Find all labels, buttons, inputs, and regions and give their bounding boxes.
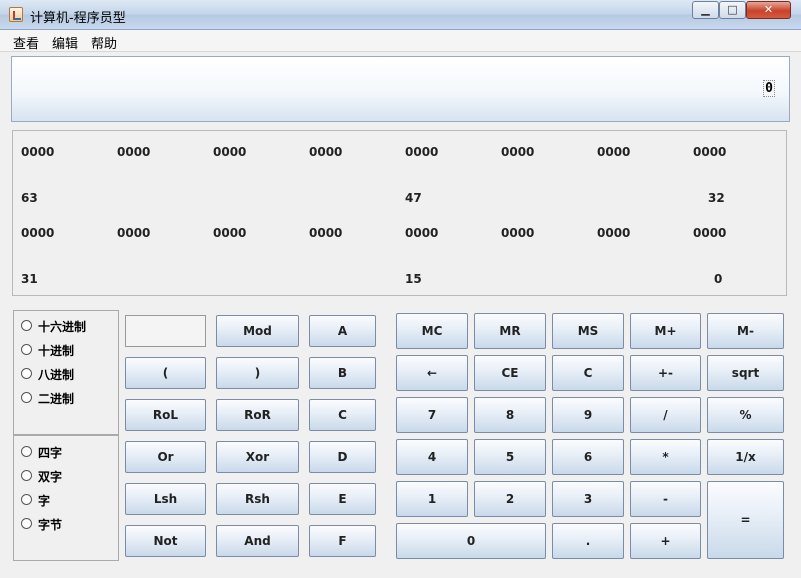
hex-c-button[interactable]: C [309, 399, 376, 431]
multiply-button[interactable]: * [630, 439, 701, 475]
xor-button[interactable]: Xor [216, 441, 299, 473]
open-paren-button[interactable]: ( [125, 357, 206, 389]
bit-group: 0000 [117, 226, 151, 240]
hex-f-button[interactable]: F [309, 525, 376, 557]
result-display: 0 [11, 56, 790, 122]
digit-0-button[interactable]: 0 [396, 523, 546, 559]
rol-button[interactable]: RoL [125, 399, 206, 431]
radio-button-icon [21, 320, 32, 331]
digit-3-button[interactable]: 3 [552, 481, 624, 517]
percent-button[interactable]: % [707, 397, 784, 433]
bit-index: 15 [405, 272, 422, 286]
bit-group: 0000 [309, 226, 343, 240]
bit-group: 0000 [213, 226, 247, 240]
bit-index: 63 [21, 191, 38, 205]
bit-index: 32 [708, 191, 725, 205]
ms-button[interactable]: MS [552, 313, 624, 349]
mc-button[interactable]: MC [396, 313, 468, 349]
sqrt-button[interactable]: sqrt [707, 355, 784, 391]
bit-group: 0000 [21, 226, 55, 240]
m-plus-button[interactable]: M+ [630, 313, 701, 349]
bit-group: 0000 [213, 145, 247, 159]
radio-button-icon [21, 392, 32, 403]
maximize-button[interactable]: □ [719, 1, 746, 19]
equals-button[interactable]: = [707, 481, 784, 559]
bit-group: 0000 [597, 226, 631, 240]
close-button[interactable]: ✕ [746, 1, 791, 19]
subtract-button[interactable]: - [630, 481, 701, 517]
ror-button[interactable]: RoR [216, 399, 299, 431]
bit-group: 0000 [501, 145, 535, 159]
digit-8-button[interactable]: 8 [474, 397, 546, 433]
bit-panel: 0000 0000 0000 0000 0000 0000 0000 0000 … [12, 130, 787, 296]
backspace-button[interactable]: ← [396, 355, 468, 391]
digit-5-button[interactable]: 5 [474, 439, 546, 475]
radio-button-icon [21, 494, 32, 505]
bit-group: 0000 [309, 145, 343, 159]
bit-group: 0000 [21, 145, 55, 159]
menu-bar: 查看 编辑 帮助 [0, 30, 801, 52]
hex-a-button[interactable]: A [309, 315, 376, 347]
digit-9-button[interactable]: 9 [552, 397, 624, 433]
radio-button-icon [21, 368, 32, 379]
negate-button[interactable]: +- [630, 355, 701, 391]
m-minus-button[interactable]: M- [707, 313, 784, 349]
digit-6-button[interactable]: 6 [552, 439, 624, 475]
mod-button[interactable]: Mod [216, 315, 299, 347]
divide-button[interactable]: / [630, 397, 701, 433]
decimal-button[interactable]: . [552, 523, 624, 559]
display-value: 0 [763, 80, 775, 97]
bit-group: 0000 [693, 145, 727, 159]
menu-help[interactable]: 帮助 [91, 33, 117, 52]
digit-2-button[interactable]: 2 [474, 481, 546, 517]
close-paren-button[interactable]: ) [216, 357, 299, 389]
radio-button-icon [21, 344, 32, 355]
hex-e-button[interactable]: E [309, 483, 376, 515]
or-button[interactable]: Or [125, 441, 206, 473]
bit-group: 0000 [117, 145, 151, 159]
bit-index: 47 [405, 191, 422, 205]
java-icon [9, 7, 23, 22]
title-bar: 计算机-程序员型 ▁ □ ✕ [0, 0, 801, 30]
ce-button[interactable]: CE [474, 355, 546, 391]
bit-group: 0000 [693, 226, 727, 240]
digit-1-button[interactable]: 1 [396, 481, 468, 517]
radio-button-icon [21, 518, 32, 529]
digit-4-button[interactable]: 4 [396, 439, 468, 475]
minimize-button[interactable]: ▁ [692, 1, 719, 19]
reciprocal-button[interactable]: 1/x [707, 439, 784, 475]
lsh-button[interactable]: Lsh [125, 483, 206, 515]
radio-button-icon [21, 446, 32, 457]
menu-edit[interactable]: 编辑 [52, 33, 78, 52]
bit-index: 31 [21, 272, 38, 286]
bit-group: 0000 [405, 226, 439, 240]
add-button[interactable]: + [630, 523, 701, 559]
not-button[interactable]: Not [125, 525, 206, 557]
hex-d-button[interactable]: D [309, 441, 376, 473]
and-button[interactable]: And [216, 525, 299, 557]
digit-7-button[interactable]: 7 [396, 397, 468, 433]
mr-button[interactable]: MR [474, 313, 546, 349]
base-group: 十六进制 十进制 八进制 二进制 [13, 310, 119, 435]
clear-button[interactable]: C [552, 355, 624, 391]
word-size-group: 四字 双字 字 字节 [13, 435, 119, 561]
bit-group: 0000 [405, 145, 439, 159]
bit-group: 0000 [597, 145, 631, 159]
blank-button [125, 315, 206, 347]
hex-b-button[interactable]: B [309, 357, 376, 389]
rsh-button[interactable]: Rsh [216, 483, 299, 515]
bit-index: 0 [714, 272, 723, 286]
menu-view[interactable]: 查看 [13, 33, 39, 52]
radio-button-icon [21, 470, 32, 481]
bit-group: 0000 [501, 226, 535, 240]
window-title: 计算机-程序员型 [30, 11, 126, 26]
